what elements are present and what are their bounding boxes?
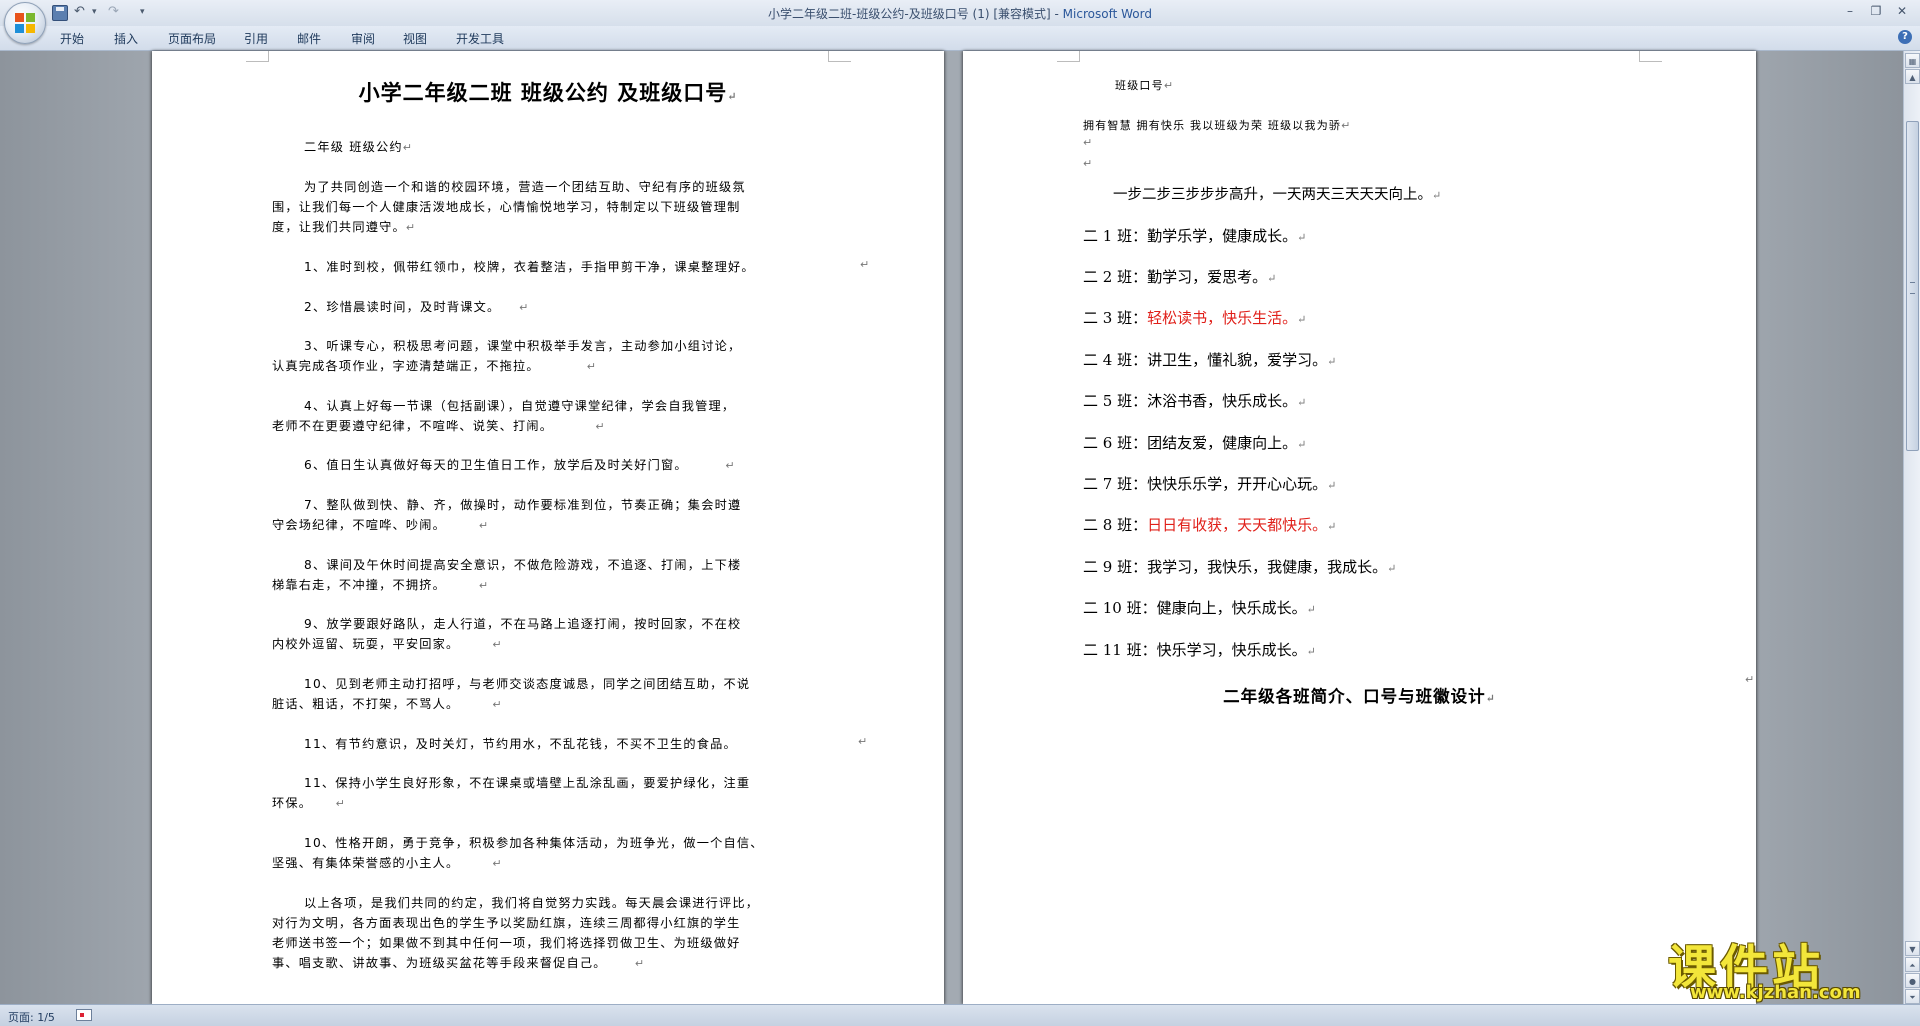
rule-item: 8、课间及午休时间提高安全意识，不做危险游戏，不追逐、打闹，上下楼: [304, 558, 742, 572]
class-motto-10: 二 10 班：健康向上，快乐成长。↵: [1083, 599, 1316, 617]
intro-line: 一步二步三步步步高升，一天两天三天天天向上。↵: [1113, 187, 1442, 203]
class-motto-8: 二 8 班：日日有收获，天天都快乐。↵: [1083, 516, 1337, 534]
tab-mailings[interactable]: 邮件: [297, 30, 321, 47]
class-motto-1: 二 1 班：勤学乐学，健康成长。↵: [1083, 227, 1307, 245]
ruler-toggle-icon[interactable]: ▦: [1905, 53, 1920, 68]
scroll-up-icon[interactable]: ▲: [1905, 69, 1920, 84]
scrollbar-grip-icon: [1910, 282, 1915, 294]
rule-item: 内校外逗留、玩耍，平安回家。 ↵: [272, 637, 503, 651]
document-workspace: 小学二年级二班 班级公约 及班级口号↵ 二年级 班级公约↵ 为了共同创造一个和谐…: [0, 51, 1903, 1004]
class-slogan: 拥有智慧 拥有快乐 我以班级为荣 班级以我为骄↵: [1083, 119, 1352, 132]
rule-item: 坚强、有集体荣誉感的小主人。 ↵: [272, 856, 503, 870]
margin-corner-mark: [1057, 51, 1080, 62]
office-logo-icon: [15, 13, 35, 33]
minimize-icon[interactable]: –: [1838, 2, 1862, 20]
rule-item: 7、整队做到快、静、齐，做操时，动作要标准到位，节奏正确；集会时遵: [304, 498, 742, 512]
class-motto-2: 二 2 班：勤学习，爱思考。↵: [1083, 268, 1277, 286]
margin-corner-mark: [246, 51, 269, 62]
class-motto-7: 二 7 班：快快乐乐学，开开心心玩。↵: [1083, 475, 1337, 493]
browse-object-icon[interactable]: ●: [1905, 973, 1920, 988]
office-button[interactable]: [4, 2, 46, 44]
paragraph-mark: ↵: [860, 258, 870, 271]
margin-corner-mark: [828, 51, 851, 62]
rule-item: 4、认真上好每一节课（包括副课），自觉遵守课堂纪律，学会自我管理，: [304, 399, 736, 413]
tab-insert[interactable]: 插入: [114, 30, 138, 47]
rule-item: 环保。 ↵: [272, 796, 347, 810]
scroll-down-icon[interactable]: ▼: [1905, 941, 1920, 956]
scrollbar-thumb[interactable]: [1906, 121, 1919, 451]
paragraph-line: 老师送书签一个；如果做不到其中任何一项，我们将选择罚做卫生、为班级做好: [272, 936, 741, 950]
help-icon[interactable]: ?: [1898, 30, 1912, 44]
slogan-heading: 班级口号↵: [1115, 79, 1175, 92]
rule-item: 2、珍惜晨读时间，及时背课文。 ↵: [304, 300, 530, 314]
window-title: 小学二年级二班-班级公约-及班级口号 (1) [兼容模式] - Microsof…: [0, 5, 1920, 22]
tab-page-layout[interactable]: 页面布局: [168, 30, 216, 47]
document-page-2[interactable]: 班级口号↵ 拥有智慧 拥有快乐 我以班级为荣 班级以我为骄↵ ↵ ↵ 一步二步三…: [963, 51, 1756, 1004]
app-name: Microsoft Word: [1062, 7, 1152, 21]
class-motto-9: 二 9 班：我学习，我快乐，我健康，我成长。↵: [1083, 558, 1397, 576]
tab-developer[interactable]: 开发工具: [456, 30, 504, 47]
tab-review[interactable]: 审阅: [351, 30, 375, 47]
document-page-1[interactable]: 小学二年级二班 班级公约 及班级口号↵ 二年级 班级公约↵ 为了共同创造一个和谐…: [152, 51, 944, 1004]
rule-item: 10、见到老师主动打招呼，与老师交谈态度诚恳，同学之间团结互助，不说: [304, 677, 751, 691]
rule-item: 脏话、粗话，不打架，不骂人。 ↵: [272, 697, 503, 711]
paragraph-line: 事、唱支歌、讲故事、为班级买盆花等手段来督促自己。 ↵: [272, 956, 646, 970]
paragraph-line: 对行为文明，各方面表现出色的学生予以奖励红旗，连续三周都得小红旗的学生: [272, 916, 741, 930]
rule-item: 老师不在更要遵守纪律，不喧哗、说笑、打闹。 ↵: [272, 419, 606, 433]
paragraph-line: 为了共同创造一个和谐的校园环境，营造一个团结互助、守纪有序的班级氛: [304, 180, 746, 194]
tab-references[interactable]: 引用: [244, 30, 268, 47]
watermark-logo: 课件站 www.kjzhan.com: [1668, 928, 1904, 1004]
status-bar: 页面: 1/5: [0, 1004, 1920, 1026]
title-bar: ↶ ▾ ↷ ▾ 小学二年级二班-班级公约-及班级口号 (1) [兼容模式] - …: [0, 0, 1920, 44]
previous-page-icon[interactable]: ⏶: [1905, 957, 1920, 972]
vertical-scrollbar[interactable]: ▦ ▲ ▼ ⏶ ● ⏷: [1903, 51, 1920, 1004]
document-title-heading: 小学二年级二班 班级公约 及班级口号↵: [358, 80, 738, 105]
rule-item: 1、准时到校，佩带红领巾，校牌，衣着整洁，手指甲剪干净，课桌整理好。: [304, 260, 755, 274]
window-controls: – ❐ ✕: [1838, 2, 1914, 20]
rule-item: 认真完成各项作业，字迹清楚端正，不拖拉。 ↵: [272, 359, 598, 373]
class-motto-4: 二 4 班：讲卫生，懂礼貌，爱学习。↵: [1083, 351, 1337, 369]
margin-corner-mark: [1639, 51, 1662, 62]
tab-view[interactable]: 视图: [403, 30, 427, 47]
rule-item: 梯靠右走，不冲撞，不拥挤。 ↵: [272, 578, 490, 592]
rules-subtitle: 二年级 班级公约↵: [304, 140, 414, 154]
paragraph-mark: ↵: [858, 735, 868, 748]
tab-home[interactable]: 开始: [60, 30, 84, 47]
class-motto-6: 二 6 班：团结友爱，健康向上。↵: [1083, 434, 1307, 452]
class-motto-5: 二 5 班：沐浴书香，快乐成长。↵: [1083, 392, 1307, 410]
ribbon-tabs: 开始 插入 页面布局 引用 邮件 审阅 视图 开发工具 ?: [0, 26, 1920, 51]
page-count[interactable]: 页面: 1/5: [8, 1009, 55, 1025]
rule-item: 9、放学要跟好路队，走人行道，不在马路上追逐打闹，按时回家，不在校: [304, 617, 742, 631]
paragraph-line: 度，让我们共同遵守。↵: [272, 220, 417, 234]
section-heading: 二年级各班简介、口号与班徽设计↵: [1223, 687, 1496, 706]
rule-item: 11、保持小学生良好形象，不在课桌或墙壁上乱涂乱画，要爱护绿化，注重: [304, 776, 751, 790]
watermark-url: www.kjzhan.com: [1690, 982, 1861, 1003]
proofing-icon[interactable]: [76, 1009, 92, 1021]
class-motto-11: 二 11 班：快乐学习，快乐成长。↵: [1083, 641, 1316, 659]
rule-item: 11、有节约意识，及时关灯，节约用水，不乱花钱，不买不卫生的食品。: [304, 737, 737, 751]
document-title: 小学二年级二班-班级公约-及班级口号 (1) [兼容模式] -: [768, 7, 1063, 21]
paragraph-line: 围，让我们每一个人健康活泼地成长，心情愉悦地学习，特制定以下班级管理制: [272, 200, 741, 214]
next-page-icon[interactable]: ⏷: [1905, 989, 1920, 1004]
rule-item: 6、值日生认真做好每天的卫生值日工作，放学后及时关好门窗。 ↵: [304, 458, 736, 472]
class-motto-3: 二 3 班：轻松读书，快乐生活。↵: [1083, 309, 1307, 327]
maximize-icon[interactable]: ❐: [1864, 2, 1888, 20]
close-icon[interactable]: ✕: [1890, 2, 1914, 20]
paragraph-line: 以上各项，是我们共同的约定，我们将自觉努力实践。每天晨会课进行评比，: [304, 896, 760, 910]
rule-item: 守会场纪律，不喧哗、吵闹。 ↵: [272, 518, 490, 532]
rule-item: 10、性格开朗，勇于竞争，积极参加各种集体活动，为班争光，做一个自信、: [304, 836, 764, 850]
paragraph-mark: ↵: [1083, 157, 1093, 170]
rule-item: 3、听课专心，积极思考问题，课堂中积极举手发言，主动参加小组讨论，: [304, 339, 742, 353]
paragraph-mark: ↵: [1083, 136, 1093, 149]
